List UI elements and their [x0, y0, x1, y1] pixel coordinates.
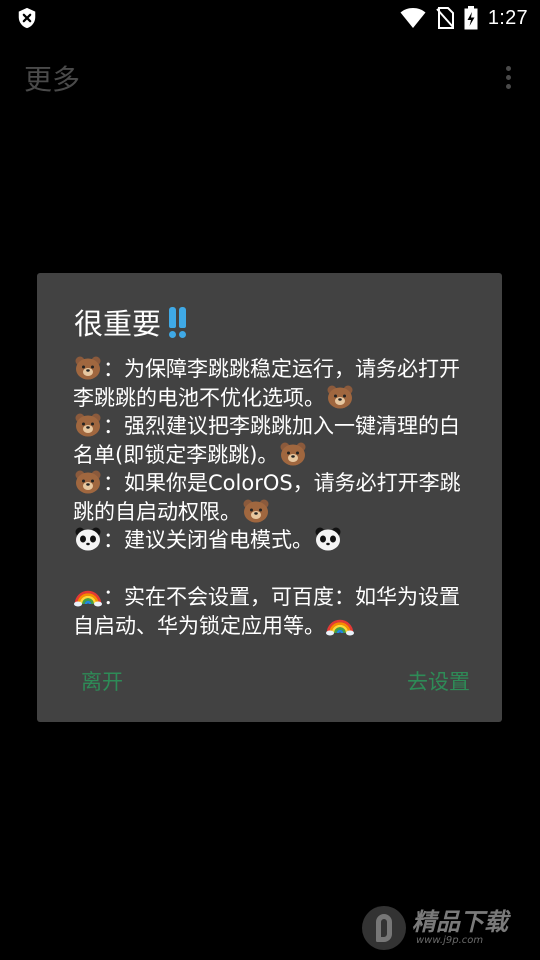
panda-emoji	[74, 527, 102, 551]
wifi-icon	[400, 8, 426, 28]
shield-close-icon	[18, 7, 36, 29]
watermark-main: 精品下载	[412, 908, 508, 936]
watermark-sub: www.j9p.com	[416, 935, 484, 946]
message-line: ：强烈建议把李跳跳加入一键清理的白名单(即锁定李跳跳)。	[73, 412, 473, 469]
bear-emoji	[326, 385, 354, 409]
dialog-title-text: 很重要	[74, 307, 162, 341]
panda-emoji	[314, 527, 342, 551]
dialog-actions: 离开 去设置	[37, 664, 502, 700]
rainbow-emoji	[326, 613, 354, 637]
watermark: 精品下载 www.j9p.com	[362, 904, 532, 952]
watermark-text: 精品下载 www.j9p.com	[412, 910, 508, 946]
watermark-logo-icon	[362, 906, 406, 950]
message-line: ：如果你是ColorOS，请务必打开李跳跳的自启动权限。	[73, 469, 473, 526]
message-text: ：为保障李跳跳稳定运行，请务必打开李跳跳的电池不优化选项。	[73, 357, 460, 410]
go-settings-button[interactable]: 去设置	[407, 664, 470, 700]
battery-charging-icon	[464, 6, 478, 30]
no-sim-icon	[436, 7, 454, 29]
bear-emoji	[279, 442, 307, 466]
message-text: ：实在不会设置，可百度：如华为设置自启动、华为锁定应用等。	[73, 585, 460, 638]
double-exclamation-icon	[169, 307, 187, 338]
bear-emoji	[74, 470, 102, 494]
important-dialog: 很重要 ：为保障李跳跳稳定运行，请务必打开李跳跳的电池不优化选项。 ：强烈建议把…	[37, 273, 502, 722]
dialog-title: 很重要	[74, 301, 187, 343]
message-line: ：为保障李跳跳稳定运行，请务必打开李跳跳的电池不优化选项。	[73, 355, 473, 412]
status-time: 1:27	[487, 6, 528, 29]
bear-emoji	[74, 413, 102, 437]
status-icons: 1:27	[400, 5, 528, 31]
message-line: ：实在不会设置，可百度：如华为设置自启动、华为锁定应用等。	[73, 583, 473, 640]
message-text: ：强烈建议把李跳跳加入一键清理的白名单(即锁定李跳跳)。	[73, 414, 460, 467]
bear-emoji	[242, 499, 270, 523]
message-text: ：建议关闭省电模式。	[103, 528, 313, 552]
status-bar: 1:27	[0, 0, 540, 36]
rainbow-emoji	[74, 584, 102, 608]
dialog-message: ：为保障李跳跳稳定运行，请务必打开李跳跳的电池不优化选项。 ：强烈建议把李跳跳加…	[73, 355, 473, 640]
leave-button[interactable]: 离开	[81, 664, 123, 700]
bear-emoji	[74, 356, 102, 380]
message-line: ：建议关闭省电模式。	[73, 526, 473, 555]
